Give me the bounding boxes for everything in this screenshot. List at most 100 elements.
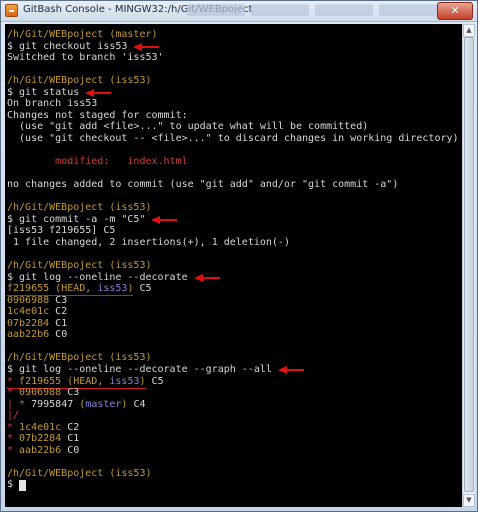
vertical-scrollbar[interactable]: ▲ ▼: [462, 24, 475, 507]
terminal-text: C0: [61, 444, 80, 456]
terminal-text: iss53: [109, 375, 140, 387]
terminal-line: Changes not staged for commit:: [7, 110, 188, 122]
terminal-line: $: [7, 479, 19, 491]
terminal-text: C1: [61, 433, 80, 445]
terminal-line: * aab22b6 C0: [7, 445, 79, 457]
terminal-text: /h/Git/WEBpoject (iss53): [7, 352, 152, 364]
terminal-text: /h/Git/WEBpoject (iss53): [7, 260, 152, 271]
terminal-text: *: [7, 375, 20, 387]
terminal-line: 1 file changed, 2 insertions(+), 1 delet…: [7, 237, 290, 249]
terminal-text: *: [7, 433, 20, 445]
terminal-line: aab22b6 C0: [7, 329, 67, 341]
terminal-line: 07b2284 C1: [7, 318, 67, 330]
terminal-text: *: [7, 387, 20, 399]
terminal-line: | * 7995847 (master) C4: [7, 399, 146, 411]
terminal-text: C4: [127, 398, 146, 410]
terminal-text: C3: [49, 294, 68, 306]
terminal-text: 07b2284: [19, 433, 62, 445]
terminal-text: C2: [61, 421, 80, 433]
terminal-line: On branch iss53: [7, 98, 97, 110]
terminal-text: /h/Git/WEBpoject (iss53): [7, 467, 152, 479]
terminal-line: $ git log --oneline --decorate: [7, 272, 188, 284]
terminal-line: $ git status: [7, 87, 79, 99]
terminal-text: Changes not staged for commit:: [7, 109, 188, 121]
terminal-text: (use "git checkout -- <file>..." to disc…: [7, 132, 459, 144]
terminal-text: 7995847: [31, 398, 74, 410]
terminal-line: 0906988 C3: [7, 295, 67, 307]
terminal-text: $: [7, 479, 20, 491]
terminal-text: HEAD: [73, 375, 98, 387]
terminal-line: /h/Git/WEBpoject (master): [7, 29, 158, 41]
terminal-line: 1c4e01c C2: [7, 306, 67, 318]
terminal-text: f219655: [19, 375, 62, 387]
terminal-text: aab22b6: [7, 329, 50, 341]
terminal-line: no changes added to commit (use "git add…: [7, 179, 398, 191]
terminal-text: $ git checkout iss53: [7, 40, 128, 52]
git-bash-window: GitBash Console - MINGW32:/h/Git/WEBpoje…: [0, 0, 478, 512]
terminal-text: /h/Git/WEBpoject (master): [7, 29, 158, 40]
terminal-text: $ git log --oneline --decorate: [7, 271, 188, 283]
terminal-line: /h/Git/WEBpoject (iss53): [7, 352, 152, 364]
terminal-text: $ git log --oneline --decorate --graph -…: [7, 363, 272, 375]
terminal-text: (: [49, 283, 62, 295]
terminal-text: C5: [145, 375, 164, 387]
terminal-text: no changes added to commit (use "git add…: [7, 179, 399, 191]
scroll-up-arrow-icon[interactable]: ▲: [463, 24, 475, 37]
terminal-text: C5: [133, 283, 152, 295]
terminal-text: C0: [49, 329, 68, 341]
close-button[interactable]: ✕: [437, 2, 473, 20]
terminal-line: /h/Git/WEBpoject (iss53): [7, 468, 152, 480]
terminal-line: $ git commit -a -m "C5": [7, 214, 145, 226]
title-bar[interactable]: GitBash Console - MINGW32:/h/Git/WEBpoje…: [1, 1, 477, 22]
terminal-line: * f219655 (HEAD, iss53) C5: [7, 376, 164, 388]
terminal-text: aab22b6: [19, 444, 62, 456]
terminal-text: f219655: [7, 283, 50, 295]
terminal-text: C2: [49, 306, 68, 318]
terminal-text: ,: [97, 375, 110, 387]
terminal-line: (use "git checkout -- <file>..." to disc…: [7, 133, 459, 145]
terminal-text: [iss53 f219655] C5: [7, 225, 116, 237]
terminal-line: * 07b2284 C1: [7, 433, 79, 445]
terminal-line: * 1c4e01c C2: [7, 422, 79, 434]
terminal-line: f219655 (HEAD, iss53) C5: [7, 283, 152, 295]
terminal-line: modified: index.html: [7, 156, 188, 168]
git-bash-icon: [5, 4, 18, 17]
terminal-line: Switched to branch 'iss53': [7, 52, 164, 64]
terminal-text: iss53: [97, 283, 128, 295]
terminal-text: 1c4e01c: [7, 306, 50, 318]
terminal-text: HEAD: [61, 283, 86, 295]
blurred-taskbar-tabs: [187, 4, 437, 17]
terminal-text: *: [7, 444, 20, 456]
terminal-line: /h/Git/WEBpoject (iss53): [7, 260, 152, 272]
terminal-text: On branch iss53: [7, 98, 98, 110]
terminal-text: 0906988: [19, 387, 62, 399]
terminal-text: C3: [61, 387, 80, 399]
terminal-text: $ git commit -a -m "C5": [7, 213, 146, 225]
terminal-line: $ git log --oneline --decorate --graph -…: [7, 364, 272, 376]
terminal-text: |: [7, 398, 20, 410]
terminal-text: *: [7, 421, 20, 433]
terminal-text: modified: index.html: [7, 156, 188, 168]
terminal-line: /h/Git/WEBpoject (iss53): [7, 202, 152, 214]
terminal-output[interactable]: /h/Git/WEBpoject (master) $ git checkout …: [5, 24, 462, 507]
terminal-line: (use "git add <file>..." to update what …: [7, 121, 368, 133]
terminal-text: /h/Git/WEBpoject (iss53): [7, 75, 152, 87]
terminal-text: C1: [49, 317, 68, 329]
terminal-text: Switched to branch 'iss53': [7, 52, 164, 64]
terminal-line: |/: [7, 410, 19, 422]
terminal-text: ,: [85, 283, 98, 295]
terminal-text: 1 file changed, 2 insertions(+), 1 delet…: [7, 236, 290, 248]
terminal-line: /h/Git/WEBpoject (iss53): [7, 75, 152, 87]
terminal-text: (: [73, 398, 86, 410]
terminal-line: $ git checkout iss53: [7, 41, 127, 53]
terminal-text: 07b2284: [7, 317, 50, 329]
scrollbar-thumb[interactable]: [464, 37, 474, 492]
scroll-down-arrow-icon[interactable]: ▼: [463, 494, 475, 507]
terminal-text: *: [19, 398, 32, 410]
terminal-text: |/: [7, 410, 20, 422]
terminal-text: /h/Git/WEBpoject (iss53): [7, 202, 152, 214]
terminal-text: 1c4e01c: [19, 421, 62, 433]
terminal-line: * 0906988 C3: [7, 387, 79, 399]
text-cursor: [19, 480, 27, 492]
terminal-text: master: [85, 398, 122, 410]
